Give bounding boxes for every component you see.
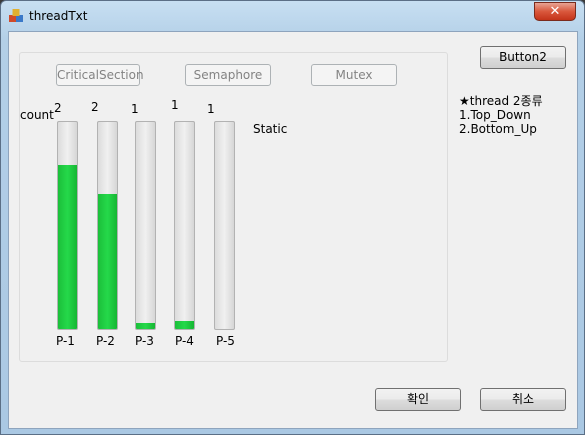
count-label: count (20, 108, 54, 122)
progress-fill (58, 165, 77, 329)
static-label: Static (253, 122, 288, 136)
progress-label-p1: P-1 (56, 334, 75, 348)
ok-button[interactable]: 확인 (375, 388, 461, 411)
info-line-2: 1.Top_Down (459, 108, 531, 122)
button2[interactable]: Button2 (480, 46, 566, 69)
window-title: threadTxt (29, 9, 88, 23)
app-icon (9, 9, 23, 22)
progress-bar-p3 (135, 121, 156, 330)
progress-bar-p2 (97, 121, 118, 330)
dialog-window: threadTxt ✕ CriticalSection Semaphore Mu… (0, 0, 585, 435)
count-value-p5: 1 (207, 102, 215, 116)
progress-bar-p4 (174, 121, 195, 330)
cancel-button[interactable]: 취소 (480, 388, 566, 411)
count-value-p3: 1 (131, 102, 139, 116)
close-button[interactable]: ✕ (534, 2, 576, 21)
progress-bar-p5 (214, 121, 235, 330)
progress-fill (175, 320, 194, 329)
semaphore-button[interactable]: Semaphore (185, 64, 271, 86)
info-line-3: 2.Bottom_Up (459, 122, 537, 136)
progress-label-p5: P-5 (216, 334, 235, 348)
progress-bar-p1 (57, 121, 78, 330)
progress-fill (136, 322, 155, 329)
critical-section-button[interactable]: CriticalSection (56, 64, 144, 86)
progress-label-p3: P-3 (135, 334, 154, 348)
progress-fill (98, 194, 117, 329)
count-value-p1: 2 (54, 101, 62, 115)
progress-label-p2: P-2 (96, 334, 115, 348)
title-bar[interactable]: threadTxt ✕ (1, 1, 584, 31)
count-value-p2: 2 (91, 100, 99, 114)
mutex-button[interactable]: Mutex (311, 64, 397, 86)
info-line-1: ★thread 2종류 (459, 94, 543, 108)
progress-label-p4: P-4 (175, 334, 194, 348)
thread-info-text: ★thread 2종류 1.Top_Down 2.Bottom_Up (459, 94, 543, 136)
count-value-p4: 1 (171, 98, 179, 112)
client-area: CriticalSection Semaphore Mutex Button2 … (8, 31, 578, 429)
